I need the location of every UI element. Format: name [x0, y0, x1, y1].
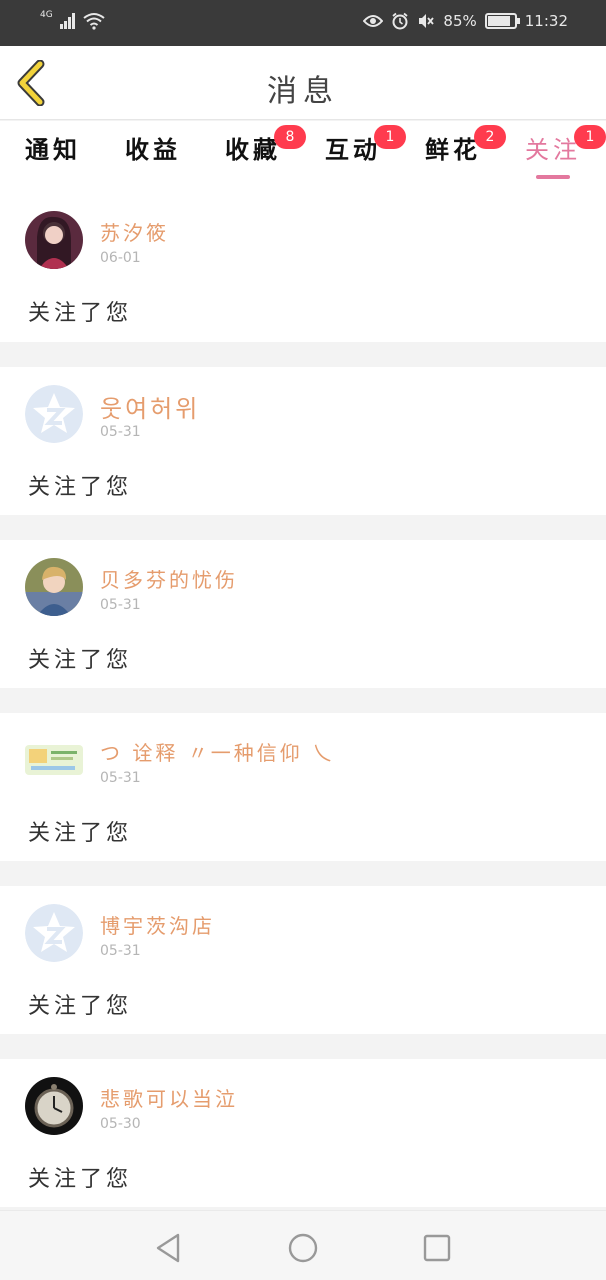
follow-date: 05-31 — [100, 943, 141, 959]
list-item[interactable]: 苏汐筱 06-01 关注了您 — [0, 193, 606, 342]
recents-square-icon — [423, 1234, 451, 1262]
user-name[interactable]: 웃여허위 — [100, 389, 200, 424]
user-name[interactable]: 苏汐筱 — [100, 217, 169, 246]
user-name[interactable]: 悲歌可以当泣 — [100, 1083, 238, 1112]
list-item[interactable]: つ 诠释 〃一种信仰 乀 05-31 关注了您 — [0, 713, 606, 861]
nav-recents-button[interactable] — [420, 1231, 454, 1265]
status-bar: 4G 85% 11:32 — [0, 0, 606, 46]
user-name[interactable]: 贝多芬的忧伤 — [100, 564, 238, 593]
tab-bar: 通知 收益 收藏 8 互动 1 鲜花 2 关注 1 — [0, 121, 606, 193]
mute-icon — [419, 14, 435, 28]
tab-label: 关注 — [525, 136, 581, 164]
follow-message: 关注了您 — [28, 301, 133, 326]
eye-icon — [363, 15, 384, 27]
tab-label: 鲜花 — [425, 136, 481, 164]
battery-icon — [484, 13, 520, 29]
tab-label: 收藏 — [225, 136, 281, 164]
tab-follows[interactable]: 关注 1 — [510, 125, 606, 183]
avatar[interactable] — [25, 558, 83, 616]
avatar[interactable] — [25, 1077, 83, 1135]
tab-label: 通知 — [25, 136, 81, 164]
battery-percent: 85% — [443, 12, 477, 30]
back-triangle-icon — [156, 1233, 180, 1263]
avatar[interactable] — [25, 211, 83, 269]
tab-label: 收益 — [125, 136, 181, 164]
unread-badge: 2 — [474, 125, 506, 149]
follow-date: 06-01 — [100, 250, 141, 266]
tab-flowers[interactable]: 鲜花 2 — [410, 125, 506, 183]
avatar[interactable] — [25, 904, 83, 962]
alarm-icon — [392, 12, 408, 30]
list-item[interactable]: 悲歌可以当泣 05-30 关注了您 — [0, 1059, 606, 1207]
follow-date: 05-30 — [100, 1116, 141, 1132]
list-item[interactable]: 웃여허위 05-31 关注了您 — [0, 367, 606, 515]
active-tab-indicator — [536, 175, 570, 179]
page-title: 消息 — [267, 74, 339, 109]
signal-icon — [59, 13, 75, 29]
unread-badge: 8 — [274, 125, 306, 149]
follow-date: 05-31 — [100, 770, 141, 786]
home-circle-icon — [288, 1233, 318, 1263]
tab-interactions[interactable]: 互动 1 — [310, 125, 406, 183]
default-avatar-icon — [25, 385, 83, 443]
header-bar: 消息 — [0, 46, 606, 120]
nav-home-button[interactable] — [286, 1231, 320, 1265]
network-type: 4G — [40, 10, 53, 20]
follow-date: 05-31 — [100, 424, 141, 440]
avatar[interactable] — [25, 731, 83, 789]
follow-date: 05-31 — [100, 597, 141, 613]
user-name[interactable]: つ 诠释 〃一种信仰 乀 — [100, 737, 335, 766]
unread-badge: 1 — [374, 125, 406, 149]
follow-message: 关注了您 — [28, 1167, 133, 1192]
tab-notifications[interactable]: 通知 — [10, 133, 96, 183]
tab-label: 互动 — [325, 136, 381, 164]
nav-back-button[interactable] — [152, 1231, 186, 1265]
clock: 11:32 — [524, 12, 568, 30]
follow-list: 苏汐筱 06-01 关注了您 웃여허위 05-31 关注了您 贝多芬的忧伤 05… — [0, 193, 606, 1232]
list-item[interactable]: 贝多芬的忧伤 05-31 关注了您 — [0, 540, 606, 688]
system-nav-bar — [0, 1210, 606, 1280]
list-item[interactable]: 博宇茨沟店 05-31 关注了您 — [0, 886, 606, 1034]
avatar[interactable] — [25, 385, 83, 443]
tab-favorites[interactable]: 收藏 8 — [210, 125, 306, 183]
user-name[interactable]: 博宇茨沟店 — [100, 910, 215, 939]
wifi-icon — [83, 13, 105, 30]
follow-message: 关注了您 — [28, 648, 133, 673]
follow-message: 关注了您 — [28, 994, 133, 1019]
follow-message: 关注了您 — [28, 821, 133, 846]
tab-earnings[interactable]: 收益 — [110, 133, 196, 183]
default-avatar-icon — [25, 904, 83, 962]
follow-message: 关注了您 — [28, 475, 133, 500]
unread-badge: 1 — [574, 125, 606, 149]
